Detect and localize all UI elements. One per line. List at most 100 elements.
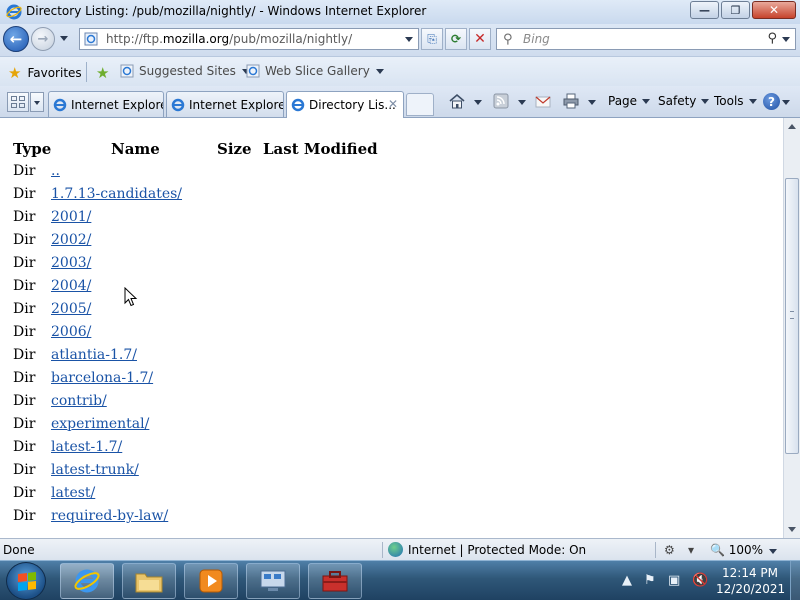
forward-button[interactable]: → <box>31 27 55 51</box>
help-icon[interactable]: ? <box>763 93 780 110</box>
directory-link[interactable]: 2001/ <box>51 209 91 225</box>
taskbar-windows-explorer[interactable] <box>122 563 176 599</box>
zoom-dropdown[interactable] <box>769 549 777 554</box>
scroll-down-button[interactable] <box>784 521 800 538</box>
directory-link[interactable]: required-by-law/ <box>51 508 168 524</box>
tab-list-button[interactable] <box>30 92 44 112</box>
safety-menu[interactable]: Safety <box>658 94 710 108</box>
action-center-flag-icon[interactable]: ⚑ <box>644 573 656 588</box>
chevron-down-icon <box>375 68 384 74</box>
directory-link[interactable]: .. <box>51 163 60 179</box>
compatibility-view-button[interactable]: ⎘ <box>421 28 443 50</box>
bing-search-icon: ⚲ <box>503 32 513 47</box>
maximize-icon: ❐ <box>730 3 741 17</box>
back-button[interactable]: ← <box>3 26 29 52</box>
close-button[interactable]: ✕ <box>752 1 796 19</box>
windows-taskbar: ▲ ⚑ ▣ 🔇 12:14 PM 12/20/2021 <box>0 560 800 600</box>
quick-tabs-button[interactable] <box>7 92 29 112</box>
network-icon[interactable]: ▣ <box>668 573 680 588</box>
address-bar[interactable]: http://ftp.mozilla.org/pub/mozilla/night… <box>79 28 419 50</box>
page-menu[interactable]: Page <box>608 94 651 108</box>
directory-link[interactable]: 2005/ <box>51 301 91 317</box>
search-options-dropdown[interactable] <box>782 37 790 42</box>
print-dropdown[interactable] <box>588 100 596 105</box>
protected-mode-icon[interactable]: ⚙ <box>664 543 675 557</box>
minimize-button[interactable]: — <box>690 1 719 19</box>
directory-link[interactable]: 2003/ <box>51 255 91 271</box>
directory-link[interactable]: 2006/ <box>51 324 91 340</box>
show-desktop-button[interactable] <box>790 561 800 600</box>
add-to-favorites-button[interactable]: ★ <box>96 64 115 82</box>
ie-page-icon <box>120 64 134 78</box>
close-icon: ✕ <box>768 3 780 17</box>
help-dropdown[interactable] <box>782 100 790 105</box>
chevron-down-icon <box>642 98 651 104</box>
favorites-bar: ★ Favorites ★ Suggested Sites Web Slice … <box>0 56 800 86</box>
directory-link[interactable]: latest-1.7/ <box>51 439 122 455</box>
entry-type: Dir <box>13 416 36 432</box>
directory-link[interactable]: contrib/ <box>51 393 107 409</box>
directory-link[interactable]: latest-trunk/ <box>51 462 139 478</box>
recent-pages-dropdown[interactable] <box>60 36 68 41</box>
start-button[interactable] <box>6 562 46 600</box>
tools-menu[interactable]: Tools <box>714 94 757 108</box>
read-mail-icon[interactable] <box>534 93 552 109</box>
tab-directory-listing[interactable]: Directory Lis... ✕ <box>286 91 404 118</box>
internet-explorer-icon <box>74 569 100 593</box>
taskbar-media-player[interactable] <box>184 563 238 599</box>
scroll-thumb[interactable] <box>785 178 799 454</box>
page-menu-label: Page <box>608 94 638 108</box>
directory-link[interactable]: atlantia-1.7/ <box>51 347 137 363</box>
web-slice-gallery-link[interactable]: Web Slice Gallery <box>246 64 384 78</box>
tools-menu-label: Tools <box>714 94 744 108</box>
print-icon[interactable] <box>562 93 580 109</box>
entry-type: Dir <box>13 209 36 225</box>
search-box[interactable]: ⚲ Bing ⚲ <box>496 28 796 50</box>
directory-link[interactable]: barcelona-1.7/ <box>51 370 153 386</box>
volume-muted-icon[interactable]: 🔇 <box>692 573 708 588</box>
ie-tab-icon <box>53 98 67 111</box>
taskbar-network-app[interactable] <box>246 563 300 599</box>
tab-internet-explorer-2[interactable]: Internet Explore... <box>166 91 284 117</box>
security-zone[interactable]: Internet | Protected Mode: On <box>388 542 586 557</box>
new-tab-button[interactable] <box>406 93 434 116</box>
system-clock[interactable]: 12:14 PM 12/20/2021 <box>716 565 785 597</box>
directory-link[interactable]: 2004/ <box>51 278 91 294</box>
directory-link[interactable]: experimental/ <box>51 416 149 432</box>
home-icon[interactable] <box>448 93 466 109</box>
favorites-button[interactable]: ★ Favorites <box>8 64 82 82</box>
address-dropdown[interactable] <box>405 37 413 42</box>
window-title: Directory Listing: /pub/mozilla/nightly/… <box>26 4 427 18</box>
entry-type: Dir <box>13 301 36 317</box>
tab-internet-explorer-1[interactable]: Internet Explore... <box>48 91 164 117</box>
media-player-icon <box>199 569 223 593</box>
refresh-button[interactable]: ⟳ <box>445 28 467 50</box>
entry-type: Dir <box>13 324 36 340</box>
show-hidden-icons-icon[interactable]: ▲ <box>622 573 632 588</box>
zoom-level[interactable]: 🔍 100% <box>710 543 763 557</box>
directory-link[interactable]: 1.7.13-candidates/ <box>51 186 182 202</box>
maximize-button[interactable]: ❐ <box>721 1 750 19</box>
directory-link[interactable]: latest/ <box>51 485 95 501</box>
status-bar: Done Internet | Protected Mode: On ⚙ ▾ 🔍… <box>0 538 800 560</box>
suggested-sites-link[interactable]: Suggested Sites <box>120 64 250 78</box>
search-button[interactable]: ⚲ <box>767 31 777 46</box>
window-controls: — ❐ ✕ <box>688 1 796 19</box>
home-dropdown[interactable] <box>474 100 482 105</box>
rss-feeds-icon[interactable] <box>492 93 510 109</box>
taskbar-toolbox-app[interactable] <box>308 563 362 599</box>
feeds-dropdown[interactable] <box>518 100 526 105</box>
chevron-down-icon <box>748 98 757 104</box>
taskbar-internet-explorer[interactable] <box>60 563 114 599</box>
tab-close-icon[interactable]: ✕ <box>388 97 398 111</box>
stop-button[interactable]: ✕ <box>469 28 491 50</box>
entry-type: Dir <box>13 462 36 478</box>
tab-label: Internet Explore... <box>71 97 163 112</box>
directory-link[interactable]: 2002/ <box>51 232 91 248</box>
vertical-scrollbar[interactable] <box>783 118 800 538</box>
scroll-up-button[interactable] <box>784 118 800 135</box>
refresh-icon: ⟳ <box>450 32 462 46</box>
url-path: /pub/mozilla/nightly/ <box>229 32 353 46</box>
chevron-down-icon[interactable]: ▾ <box>688 543 694 557</box>
url-prefix: http://ftp. <box>106 32 163 46</box>
